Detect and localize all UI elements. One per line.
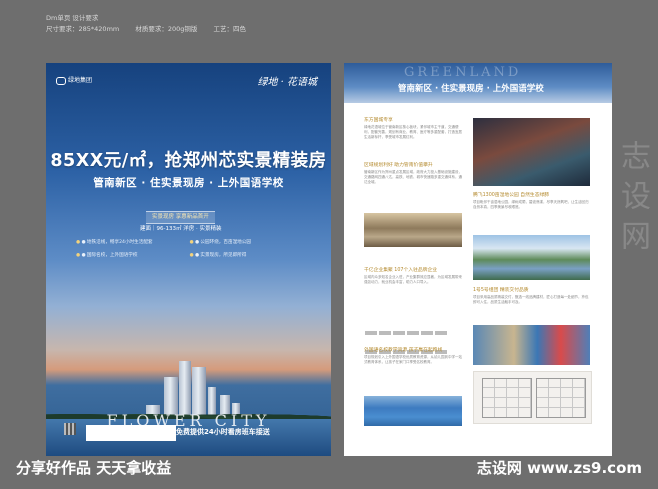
- railway-photo: [364, 213, 462, 247]
- spec-material: 材质要求：200g铜版: [135, 25, 198, 33]
- floor-plan: [482, 378, 532, 418]
- floor-plan: [536, 378, 586, 418]
- floor-plans: [473, 371, 592, 424]
- footer-site: 志设网 www.zs9.com: [476, 459, 642, 477]
- front-logo-left-text: 绿地集团: [68, 77, 93, 84]
- section-text: 项目规划引入上外国语学校优质教育资源，从幼儿园到中学一站式教育体系，让孩子在家门…: [364, 354, 462, 364]
- wetland-photo: [473, 235, 590, 280]
- front-poster: 绿地集团 绿地 · 花语城 85XX元/㎡，抢郑州芯实景精装房 管南新区 · 住…: [46, 63, 331, 456]
- section-text: 项目毗邻千亩湿地公园，绿树成荫，碧波荡漾，尽享天然氧吧，让生活回归自然本真，四季…: [473, 199, 589, 209]
- back-poster: GREENLAND 管南新区 · 住实景现房 · 上外国语学校 东方国城专享 绿…: [344, 63, 612, 456]
- spec-craft: 工艺：四色: [213, 25, 246, 33]
- front-tag: 实景现房 享惠新品首开: [146, 211, 215, 224]
- brand-logos: [364, 321, 456, 354]
- phone-banner: [86, 425, 176, 441]
- section-text: 绿地花语城位于管南新区核心板块，紧邻城市主干道，交通便利，配套完善，规划有商业、…: [364, 124, 462, 139]
- footer-slogan: 分享好作品 天天拿收益: [16, 459, 172, 477]
- community-photo: [473, 325, 590, 365]
- section-text: 区域内众多知名企业入驻，产业集群效应显著，为区域发展带来强劲动力，就业机会丰富，…: [364, 274, 462, 284]
- school-court-photo: [364, 396, 462, 426]
- front-subhead: 管南新区 · 住实景现房 · 上外国语学校: [93, 177, 284, 189]
- section-block: 千亿企业集聚 107个入驻品牌企业 区域内众多知名企业入驻，产业集群效应显著，为…: [364, 268, 462, 285]
- front-point: ● 实景现房，所见即所得: [189, 251, 301, 260]
- back-title: 管南新区 · 住实景现房 · 上外国语学校: [398, 84, 544, 94]
- front-headline: 85XX元/㎡，抢郑州芯实景精装房: [50, 151, 327, 171]
- back-header: GREENLAND 管南新区 · 住实景现房 · 上外国语学校: [344, 63, 612, 103]
- section-text: 项目采用高品质精装交付，甄选一线品牌建材，匠心打造每一处细节，拎包即可入住，品质…: [473, 294, 589, 304]
- section-block: 东方国城专享 绿地花语城位于管南新区核心板块，紧邻城市主干道，交通便利，配套完善…: [364, 118, 462, 140]
- front-info: 建面｜96-133㎡ 洋房 · 实景精装: [140, 226, 222, 232]
- front-points: ● 地铁沿线，畅享24小时生活配套 ● 公园环绕，百亩湿地公园 ● 国际名校，上…: [76, 238, 306, 264]
- side-watermark: 志设网: [615, 140, 650, 260]
- section-block: 区域规划利好 助力管南价值攀升 管南新区作为郑州重点发展区域，政府大力投入基础设…: [364, 163, 462, 185]
- qr-code-icon: [64, 423, 76, 435]
- front-bus-text: 免费提供24小时看房班车接送: [176, 428, 270, 436]
- section-block: 1号5号组团 精装交付品质 项目采用高品质精装交付，甄选一线品牌建材，匠心打造每…: [473, 288, 590, 305]
- section-block: 外国语名校教学资源 孩子赢在起跑线 项目规划引入上外国语学校优质教育资源，从幼儿…: [364, 348, 462, 365]
- spec-requirements: 尺寸要求：285*420mm 材质要求：200g铜版 工艺：四色: [46, 25, 260, 34]
- back-ghost-text: GREENLAND: [404, 65, 522, 80]
- front-point: ● 公园环绕，百亩湿地公园: [189, 238, 301, 247]
- spec-size: 尺寸要求：285*420mm: [46, 25, 120, 33]
- spec-title: Dm单页 设计要求: [46, 14, 99, 22]
- section-block: 腾飞1300亩湿地公园 自然生态绿肺 项目毗邻千亩湿地公园，绿树成荫，碧波荡漾，…: [473, 193, 590, 210]
- section-text: 管南新区作为郑州重点发展区域，政府大力投入基础设施建设，交通路网四通八达，高铁、…: [364, 169, 462, 184]
- city-night-photo: [473, 118, 590, 186]
- front-logo-right: 绿地 · 花语城: [257, 77, 317, 88]
- front-point: ● 地铁沿线，畅享24小时生活配套: [76, 238, 188, 247]
- brand-logo-icon: [56, 76, 66, 85]
- front-logo-left: 绿地集团: [56, 75, 92, 85]
- front-point: ● 国际名校，上外国语学校: [76, 251, 188, 260]
